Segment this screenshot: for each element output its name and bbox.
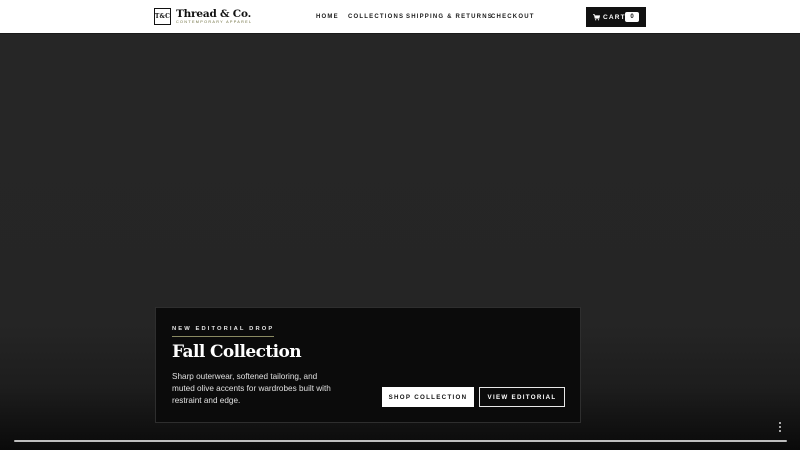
more-options-icon[interactable] xyxy=(775,421,785,433)
view-editorial-button[interactable]: VIEW EDITORIAL xyxy=(479,387,565,407)
main-nav: HOME COLLECTIONS SHIPPING & RETURNS CHEC… xyxy=(0,12,800,22)
nav-shipping-returns[interactable]: SHIPPING & RETURNS xyxy=(406,12,493,22)
shop-collection-button[interactable]: SHOP COLLECTION xyxy=(382,387,474,407)
more-dot xyxy=(779,426,781,428)
nav-home[interactable]: HOME xyxy=(316,12,339,22)
hero-description: Sharp outerwear, softened tailoring, and… xyxy=(172,372,331,405)
hero-panel: NEW EDITORIAL DROP Fall Collection Sharp… xyxy=(155,307,581,423)
cart-count-badge: 0 xyxy=(625,12,639,22)
scrollbar[interactable] xyxy=(14,440,787,442)
cart-button[interactable]: CART 0 xyxy=(586,7,646,27)
site-header: T&C Thread & Co. CONTEMPORARY APPAREL HO… xyxy=(0,0,800,34)
more-dot xyxy=(779,430,781,432)
nav-checkout[interactable]: CHECKOUT xyxy=(491,12,535,22)
cart-icon xyxy=(593,13,600,20)
cart-label: CART xyxy=(603,13,626,21)
more-dot xyxy=(779,422,781,424)
hero-title: Fall Collection xyxy=(172,342,302,362)
hero-eyebrow: NEW EDITORIAL DROP xyxy=(172,326,275,337)
nav-collections[interactable]: COLLECTIONS xyxy=(348,12,404,22)
